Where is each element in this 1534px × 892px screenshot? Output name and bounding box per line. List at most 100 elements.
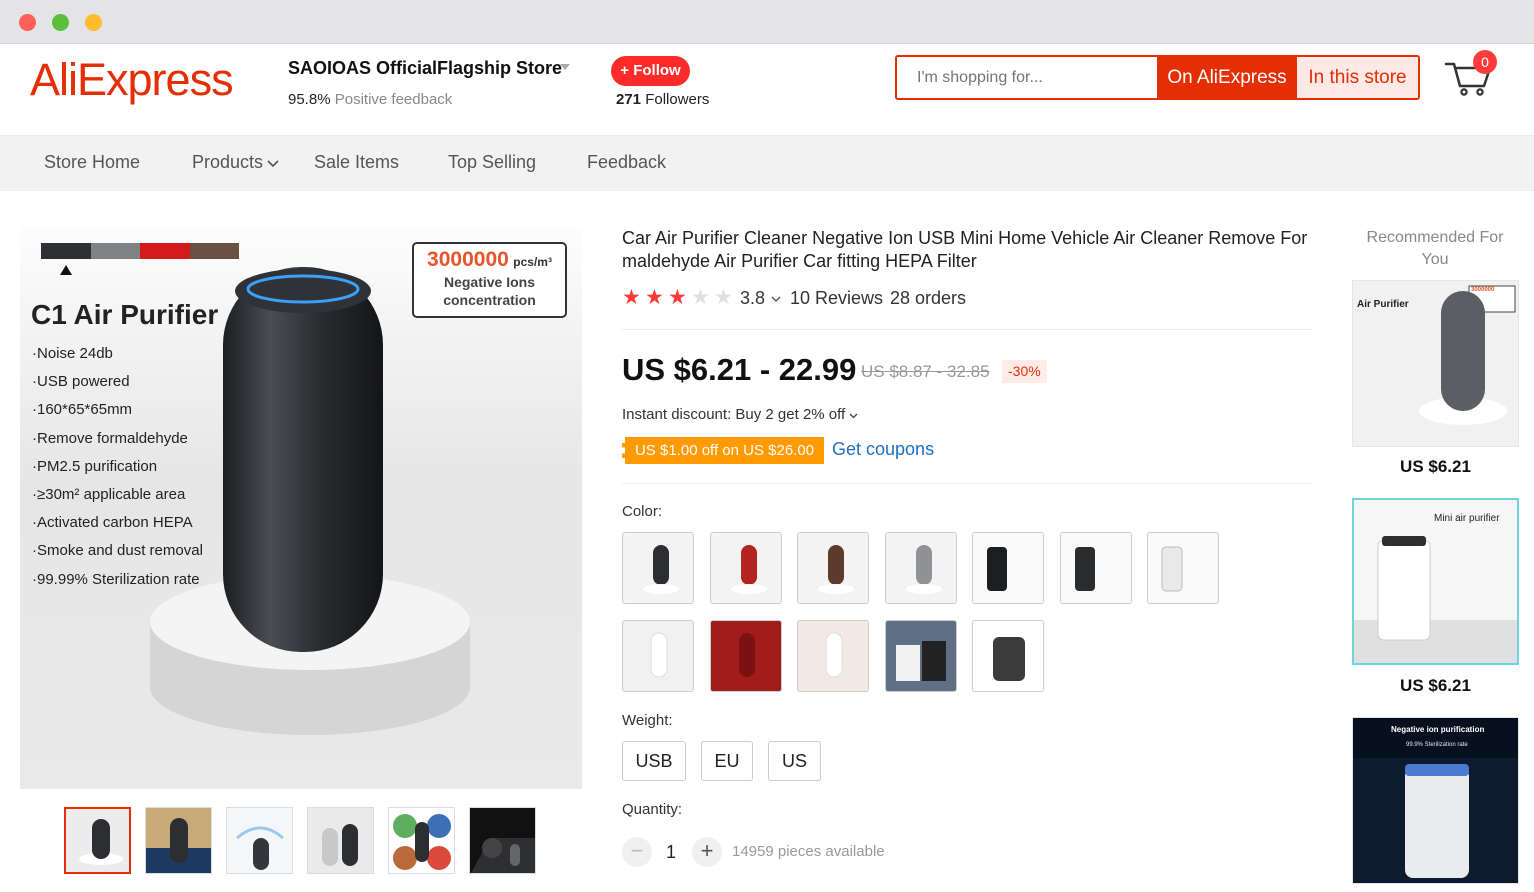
followers-label: Followers <box>645 91 710 108</box>
discount-badge: -30% <box>1002 360 1047 383</box>
color-swatch[interactable] <box>797 532 869 604</box>
aliexpress-logo[interactable]: AliExpress <box>30 54 234 106</box>
quantity-available: 14959 pieces available <box>732 843 885 860</box>
orders-count: 28 orders <box>890 288 967 308</box>
color-swatch[interactable] <box>972 620 1044 692</box>
star-icon: ★ <box>714 286 733 309</box>
coupon-tag[interactable]: US $1.00 off on US $26.00 <box>622 437 825 464</box>
recommended-card-sub: 99.9% Sterilization rate <box>1406 742 1468 748</box>
maximize-window-button[interactable] <box>52 14 69 31</box>
chevron-down-icon[interactable] <box>771 296 781 303</box>
swatch-image <box>623 533 693 603</box>
thumbnail-image <box>389 808 454 873</box>
color-swatch[interactable] <box>622 620 694 692</box>
window-titlebar <box>0 0 1534 44</box>
recommended-card-title: Mini air purifier <box>1434 513 1500 524</box>
chevron-down-icon <box>267 160 279 168</box>
divider <box>622 483 1312 484</box>
get-coupons-link[interactable]: Get coupons <box>832 439 934 460</box>
color-swatch[interactable] <box>1060 532 1132 604</box>
color-swatch[interactable] <box>710 620 782 692</box>
followers: 271 Followers <box>616 91 709 108</box>
store-name[interactable]: SAOIOAS OfficialFlagship Store <box>288 58 562 79</box>
close-window-button[interactable] <box>19 14 36 31</box>
recommended-card-title: Air Purifier <box>1357 299 1409 310</box>
thumbnail-image <box>308 808 373 873</box>
star-icon: ★ <box>622 286 641 309</box>
color-swatch[interactable] <box>622 532 694 604</box>
current-price: US $6.21 - 22.99 <box>622 352 857 387</box>
chevron-down-icon <box>849 413 858 419</box>
swatch-image <box>711 533 781 603</box>
thumbnail-image <box>146 808 211 873</box>
swatch-image <box>973 533 1043 603</box>
recommended-card-badge: 3000000 <box>1471 287 1495 293</box>
color-swatch[interactable] <box>972 532 1044 604</box>
nav-top-selling[interactable]: Top Selling <box>448 152 536 173</box>
divider <box>622 329 1312 330</box>
thumbnail[interactable] <box>64 807 131 874</box>
rating-value[interactable]: 3.8 <box>740 288 765 309</box>
swatch-image <box>886 621 956 691</box>
original-price: US $8.87 - 32.85 <box>861 362 990 381</box>
swatch-image <box>711 621 781 691</box>
followers-count: 271 <box>616 91 642 108</box>
quantity-input[interactable]: 1 <box>666 842 676 863</box>
chevron-down-icon[interactable] <box>560 64 570 70</box>
quantity-increase-button[interactable]: + <box>692 837 722 867</box>
recommended-item[interactable]: Mini air purifier <box>1352 498 1519 665</box>
swatch-image <box>798 533 868 603</box>
thumbnail[interactable] <box>226 807 293 874</box>
weight-label: Weight: <box>622 712 673 729</box>
recommended-item[interactable]: Air Purifier 3000000 <box>1352 280 1519 447</box>
store-feedback: 95.8% Positive feedback <box>288 91 452 108</box>
swatch-image <box>1148 533 1218 603</box>
product-title: Car Air Purifier Cleaner Negative Ion US… <box>622 228 1308 271</box>
thumbnail[interactable] <box>388 807 455 874</box>
recommended-card-title: Negative ion purification <box>1391 725 1485 734</box>
quantity-decrease-button[interactable]: − <box>622 837 652 867</box>
store-header: AliExpress SAOIOAS OfficialFlagship Stor… <box>0 44 1534 136</box>
thumbnail[interactable] <box>307 807 374 874</box>
feedback-label: Positive feedback <box>334 91 453 108</box>
recommended-item[interactable]: Negative ion purification 99.9% Steriliz… <box>1352 717 1519 884</box>
reviews-link[interactable]: 10 Reviews <box>790 288 883 309</box>
weight-option-eu[interactable]: EU <box>701 741 753 781</box>
nav-sale-items[interactable]: Sale Items <box>314 152 399 173</box>
star-icon: ★ <box>691 286 710 309</box>
star-icon: ★ <box>668 286 687 309</box>
nav-store-home[interactable]: Store Home <box>44 152 140 173</box>
main-product-image[interactable]: 3000000 pcs/m³ Negative Ions concentrati… <box>20 227 582 789</box>
feedback-percent: 95.8% <box>288 91 331 108</box>
thumbnail-image <box>66 809 129 872</box>
swatch-image <box>623 621 693 691</box>
follow-button[interactable]: + Follow <box>611 56 690 86</box>
nav-products-label: Products <box>192 152 264 172</box>
instant-discount[interactable]: Instant discount: Buy 2 get 2% off <box>622 406 858 423</box>
recommended-price: US $6.21 <box>1400 676 1471 695</box>
weight-option-us[interactable]: US <box>768 741 821 781</box>
color-swatch[interactable] <box>710 532 782 604</box>
weight-option-usb[interactable]: USB <box>622 741 686 781</box>
search-store-button[interactable]: In this store <box>1297 57 1418 98</box>
instant-discount-text: Instant discount: Buy 2 get 2% off <box>622 406 846 423</box>
color-swatch[interactable] <box>1147 532 1219 604</box>
color-swatch[interactable] <box>885 620 957 692</box>
thumbnail[interactable] <box>145 807 212 874</box>
nav-products[interactable]: Products <box>192 152 279 173</box>
search-aliexpress-button[interactable]: On AliExpress <box>1157 57 1297 98</box>
color-swatch[interactable] <box>885 532 957 604</box>
search-bar: On AliExpress In this store <box>895 55 1420 100</box>
color-label: Color: <box>622 503 663 520</box>
search-input[interactable] <box>897 57 1156 98</box>
nav-feedback[interactable]: Feedback <box>587 152 666 173</box>
swatch-image <box>886 533 956 603</box>
thumbnail[interactable] <box>469 807 536 874</box>
recommended-title: Recommended For You <box>1366 229 1504 268</box>
quantity-label: Quantity: <box>622 801 683 818</box>
recommended-price: US $6.21 <box>1400 457 1471 476</box>
minimize-window-button[interactable] <box>85 14 102 31</box>
cart-count-badge: 0 <box>1473 50 1497 74</box>
color-swatch[interactable] <box>797 620 869 692</box>
swatch-image <box>1061 533 1131 603</box>
